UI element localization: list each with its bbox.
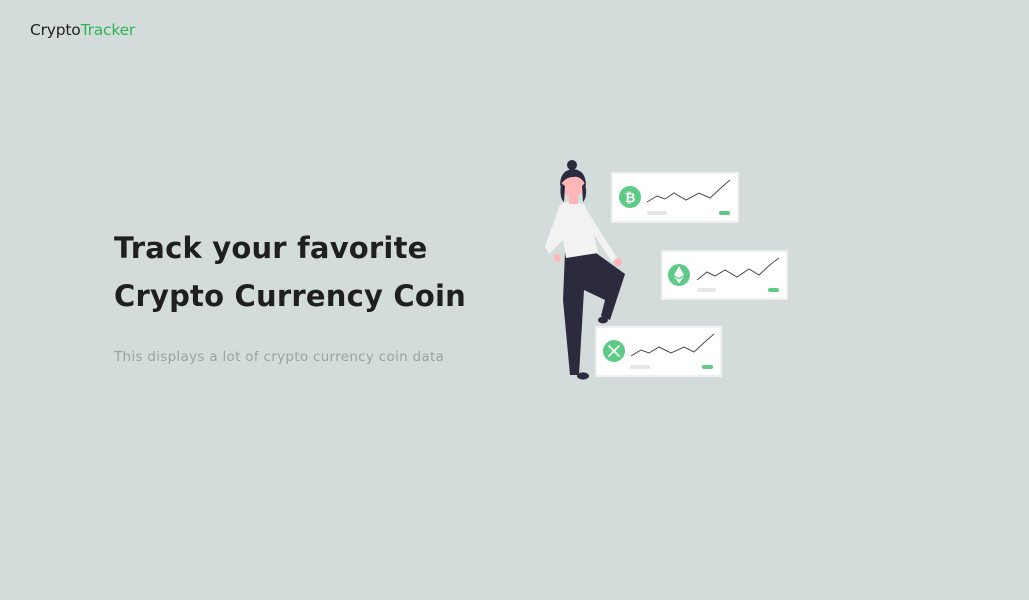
crypto-illustration: ₿ (545, 160, 788, 380)
landing-page: CryptoTracker Track your favorite Crypto… (0, 0, 1029, 600)
brand-name-tracker: Tracker (80, 21, 136, 39)
ethereum-chart-card (661, 250, 788, 300)
hero-title-line-1: Track your favorite (114, 231, 428, 265)
brand-logo[interactable]: CryptoTracker (30, 21, 135, 39)
hero-title-line-2: Crypto Currency Coin (114, 279, 466, 313)
bitcoin-chart-card: ₿ (611, 172, 739, 223)
svg-text:₿: ₿ (625, 191, 636, 206)
hero-subtitle: This displays a lot of crypto currency c… (114, 349, 445, 365)
ripple-chart-card (595, 326, 722, 377)
brand-name-crypto: Crypto (30, 21, 81, 39)
hero-title: Track your favorite Crypto Currency Coin (114, 224, 466, 320)
